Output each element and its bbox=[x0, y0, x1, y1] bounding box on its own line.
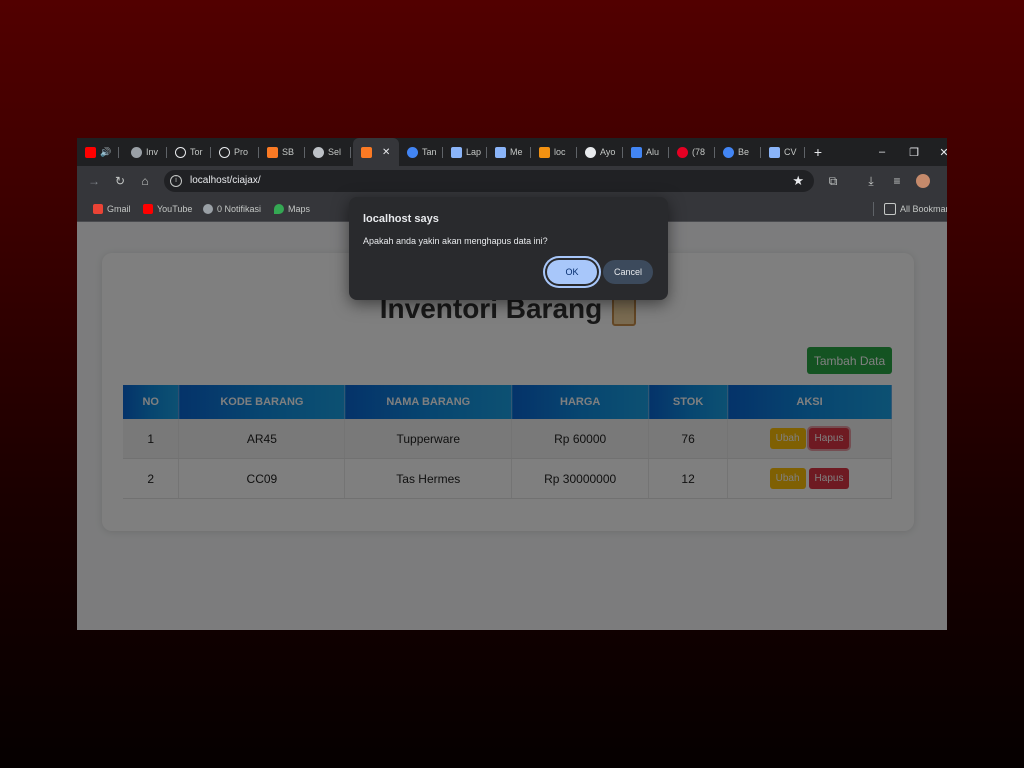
media-icon[interactable]: ≡ bbox=[886, 166, 908, 196]
bookmark-label: Gmail bbox=[107, 204, 131, 214]
tab-label: Alu bbox=[646, 147, 660, 157]
globe-icon bbox=[203, 204, 213, 214]
tab-label: Be bbox=[738, 147, 750, 157]
docs-icon bbox=[631, 146, 642, 158]
restore-button[interactable]: ❐ bbox=[899, 138, 929, 166]
bookmark-star-icon[interactable]: ★ bbox=[792, 173, 804, 189]
minimize-button[interactable]: – bbox=[867, 138, 897, 166]
tab-ayo[interactable]: Ayo bbox=[577, 138, 623, 166]
openai-icon bbox=[219, 146, 230, 158]
pinterest-icon bbox=[677, 146, 688, 158]
site-info-icon[interactable]: i bbox=[170, 175, 182, 187]
address-bar[interactable]: i localhost/ciajax/ ★ bbox=[164, 170, 814, 192]
tab-label: Pro bbox=[234, 147, 249, 157]
cancel-button[interactable]: Cancel bbox=[603, 260, 653, 284]
tab-label: Tor bbox=[190, 147, 203, 157]
all-bookmarks-label: All Bookmarks bbox=[900, 204, 947, 214]
c-icon bbox=[723, 146, 734, 158]
youtube-icon bbox=[143, 204, 153, 214]
youtube-icon bbox=[85, 146, 96, 158]
profile-avatar[interactable] bbox=[912, 166, 934, 196]
home-icon[interactable]: ⌂ bbox=[134, 166, 156, 196]
tab-label: SB bbox=[282, 147, 295, 157]
dialog-message: Apakah anda yakin akan menghapus data in… bbox=[363, 236, 548, 246]
close-tab-icon[interactable]: ✕ bbox=[382, 147, 390, 158]
confirm-dialog: localhost says Apakah anda yakin akan me… bbox=[349, 197, 668, 300]
dialog-title: localhost says bbox=[363, 213, 439, 225]
tab-me[interactable]: Me bbox=[487, 138, 531, 166]
tab-tor[interactable]: Tor bbox=[167, 138, 211, 166]
tab-lap[interactable]: Lap bbox=[443, 138, 487, 166]
forward-icon[interactable]: → bbox=[83, 166, 105, 196]
tab-label: Inv bbox=[146, 147, 159, 157]
tab-label: CV bbox=[784, 147, 797, 157]
tab-pinterest[interactable]: (78 bbox=[669, 138, 715, 166]
browser-toolbar: → ↻ ⌂ i localhost/ciajax/ ★ ⧉ ⤓ ≡ bbox=[77, 166, 947, 196]
form-icon bbox=[769, 146, 780, 158]
reload-icon[interactable]: ↻ bbox=[109, 166, 131, 196]
tab-label: Sel bbox=[328, 147, 342, 157]
folder-icon bbox=[884, 203, 896, 215]
bookmark-label: YouTube bbox=[157, 204, 193, 214]
tab-alu[interactable]: Alu bbox=[623, 138, 669, 166]
xampp-icon bbox=[267, 146, 278, 158]
tab-label: Me bbox=[510, 147, 523, 157]
c-icon bbox=[407, 146, 418, 158]
tab-cv[interactable]: CV bbox=[761, 138, 805, 166]
openai-icon bbox=[175, 146, 186, 158]
tab-label: Tan bbox=[422, 147, 437, 157]
new-tab-button[interactable]: + bbox=[803, 138, 833, 166]
tab-loc[interactable]: loc bbox=[531, 138, 577, 166]
tab-be[interactable]: Be bbox=[715, 138, 761, 166]
audio-icon[interactable]: 🔊 bbox=[100, 147, 111, 158]
bookmark-label: 0 Notifikasi bbox=[217, 204, 262, 214]
robot-icon bbox=[313, 146, 324, 158]
tab-label: loc bbox=[554, 147, 566, 157]
maps-icon bbox=[274, 204, 284, 214]
tab-sb[interactable]: SB bbox=[259, 138, 305, 166]
github-icon bbox=[585, 146, 596, 158]
ok-button[interactable]: OK bbox=[547, 260, 597, 284]
tab-active[interactable]: ✕ bbox=[353, 138, 399, 166]
extensions-icon[interactable]: ⧉ bbox=[822, 166, 844, 196]
tab-label: (78 bbox=[692, 147, 706, 157]
bookmark-notifikasi[interactable]: 0 Notifikasi bbox=[203, 196, 261, 222]
all-bookmarks[interactable]: All Bookmarks bbox=[873, 202, 947, 216]
tab-pro[interactable]: Pro bbox=[211, 138, 259, 166]
close-window-button[interactable]: ✕ bbox=[929, 138, 947, 166]
bookmark-gmail[interactable]: Gmail bbox=[93, 196, 131, 222]
url-text[interactable]: localhost/ciajax/ bbox=[190, 175, 261, 186]
gmail-icon bbox=[93, 204, 103, 214]
bookmark-youtube[interactable]: YouTube bbox=[143, 196, 192, 222]
tab-inv[interactable]: Inv bbox=[123, 138, 167, 166]
grid-icon bbox=[451, 146, 462, 158]
tab-sel[interactable]: Sel bbox=[305, 138, 351, 166]
phpmyadmin-icon bbox=[539, 146, 550, 158]
xampp-icon bbox=[361, 146, 372, 158]
download-icon[interactable]: ⤓ bbox=[860, 166, 882, 196]
tab-strip: 🔊 Inv Tor Pro SB Sel ✕ Tan Lap Me loc Ay… bbox=[77, 138, 947, 166]
bookmark-label: Maps bbox=[288, 204, 311, 214]
bookmark-maps[interactable]: Maps bbox=[274, 196, 310, 222]
tab-tan[interactable]: Tan bbox=[399, 138, 443, 166]
grid-icon bbox=[495, 146, 506, 158]
globe-icon bbox=[131, 146, 142, 158]
tab-youtube[interactable]: 🔊 bbox=[77, 138, 119, 166]
tab-label: Ayo bbox=[600, 147, 616, 157]
browser-window: 🔊 Inv Tor Pro SB Sel ✕ Tan Lap Me loc Ay… bbox=[77, 138, 947, 630]
tab-label: Lap bbox=[466, 147, 482, 157]
